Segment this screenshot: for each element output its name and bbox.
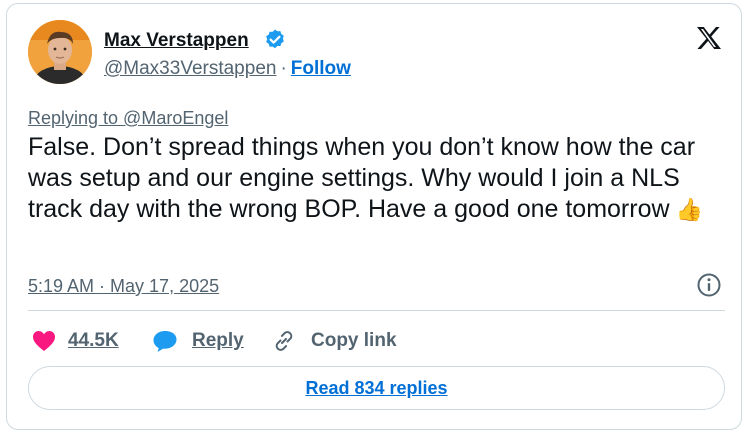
heart-icon — [33, 331, 55, 351]
like-button[interactable]: 44.5K — [32, 324, 119, 358]
read-replies-button[interactable]: Read 834 replies — [28, 366, 725, 410]
follow-button[interactable]: Follow — [291, 58, 351, 79]
embedded-tweet-card: Max Verstappen @Max33Verstappen · Follow R… — [6, 3, 742, 430]
tweet-body: False. Don’t spread things when you don’… — [28, 133, 696, 223]
reply-bubble-icon — [153, 331, 177, 352]
x-logo-icon[interactable] — [696, 26, 722, 50]
copy-link-button[interactable]: Copy link — [271, 324, 397, 358]
avatar-image — [28, 20, 92, 84]
read-replies-label: Read 834 replies — [305, 377, 448, 398]
tweet-text: False. Don’t spread things when you don’… — [28, 132, 728, 225]
author-handle[interactable]: @Max33Verstappen — [104, 58, 276, 79]
reply-button[interactable]: Reply — [152, 324, 244, 358]
like-count: 44.5K — [68, 330, 119, 351]
verified-badge-icon — [266, 29, 284, 49]
replying-to-link[interactable]: Replying to @MaroEngel — [28, 108, 228, 129]
separator: · — [280, 58, 287, 79]
tweet-timestamp[interactable]: 5:19 AM · May 17, 2025 — [28, 276, 219, 297]
thumbs-up-emoji: 👍 — [675, 197, 703, 222]
author-name[interactable]: Max Verstappen — [104, 30, 249, 52]
copy-link-label: Copy link — [311, 330, 397, 351]
author-handle-row: @Max33Verstappen · Follow — [104, 58, 351, 80]
divider — [28, 310, 725, 311]
reply-label: Reply — [192, 330, 244, 351]
avatar[interactable] — [28, 20, 92, 84]
action-bar: 44.5K Reply Copy link — [28, 324, 728, 358]
info-icon[interactable] — [696, 272, 722, 298]
link-icon — [275, 331, 293, 351]
